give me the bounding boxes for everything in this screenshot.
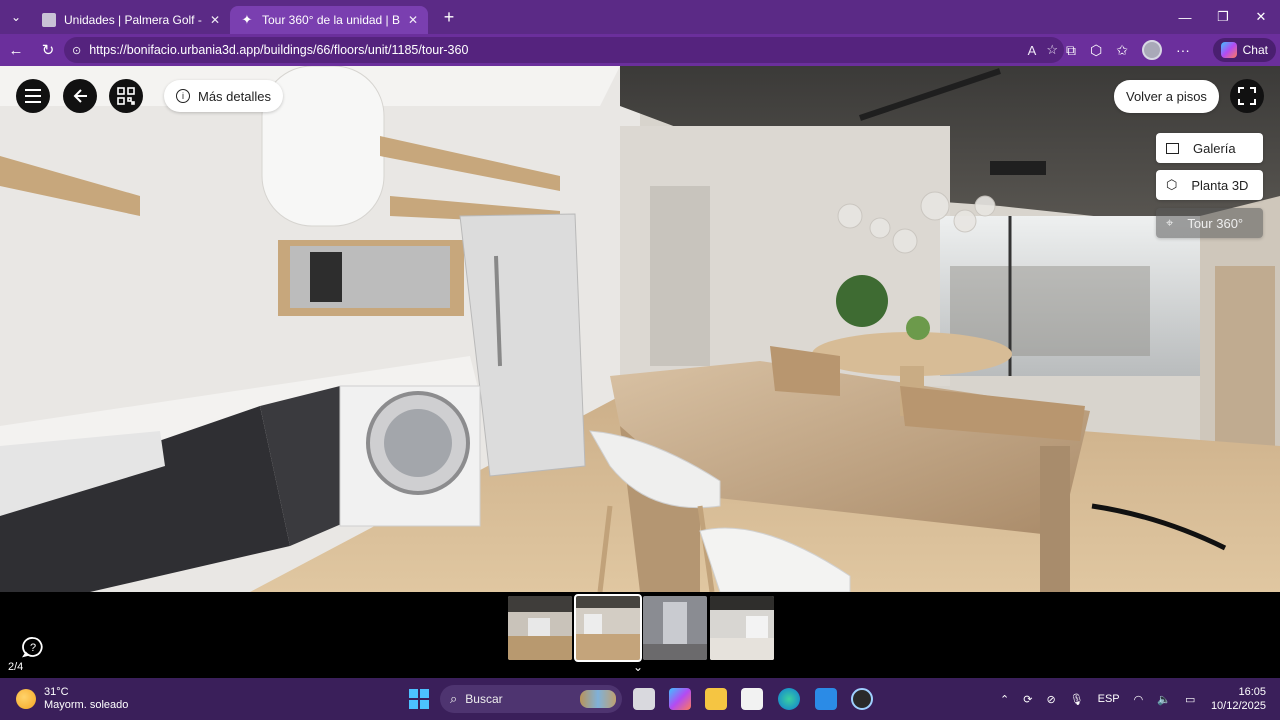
scene-thumbnail[interactable] <box>710 596 774 660</box>
browser-tab-bar: ⌄ Unidades | Palmera Golf - Barrio El ✕ … <box>0 0 1280 34</box>
svg-text:?: ? <box>30 642 36 654</box>
read-aloud-icon[interactable]: A <box>1028 43 1037 58</box>
language-indicator[interactable]: ESP <box>1098 693 1120 705</box>
site-info-icon[interactable]: ⊙ <box>72 44 81 57</box>
weather-widget[interactable]: 31°C Mayorm. soleado <box>16 686 128 712</box>
microsoft-store-icon[interactable] <box>741 688 763 710</box>
edge-browser-icon[interactable] <box>778 688 800 710</box>
copilot-logo-icon <box>1220 42 1237 58</box>
browser-address-bar: ← ↻ ⊙ https://bonifacio.urbania3d.app/bu… <box>0 34 1280 66</box>
notepad-app-icon[interactable] <box>815 688 837 710</box>
qr-code-icon[interactable] <box>109 79 143 113</box>
menu-hamburger-icon[interactable] <box>16 79 50 113</box>
tab-tour-360[interactable]: ✦ Tour 360° de la unidad | Bonifacio ✕ <box>230 6 428 34</box>
more-details-button[interactable]: i Más detalles <box>164 80 283 112</box>
sparkle-favicon-icon: ✦ <box>241 12 253 27</box>
scene-thumbnail-strip: ? 2/4 ⌄ <box>0 592 1280 678</box>
search-label: Buscar <box>465 692 503 706</box>
gallery-button[interactable]: Galería <box>1156 133 1263 163</box>
scene-thumbnail-selected[interactable] <box>574 594 642 662</box>
back-to-floors-button[interactable]: Volver a pisos <box>1114 80 1219 113</box>
extensions-icon[interactable]: ⬡ <box>1090 42 1102 59</box>
more-menu-icon[interactable]: ··· <box>1176 42 1190 58</box>
window-controls: — ❐ ✕ <box>1166 0 1280 34</box>
windows-start-icon[interactable] <box>408 688 430 710</box>
close-window-icon[interactable]: ✕ <box>1242 0 1280 34</box>
taskbar-search-box[interactable]: ⌕ Buscar <box>440 685 622 713</box>
tour-360-viewer[interactable]: i Más detalles Volver a pisos Galería ⬡ … <box>0 66 1280 592</box>
scene-counter: 2/4 <box>8 661 24 673</box>
page-favicon-icon <box>42 13 56 27</box>
copilot-chat-button[interactable]: Chat <box>1212 38 1276 62</box>
weather-description: Mayorm. soleado <box>44 699 129 711</box>
cube-icon: ⬡ <box>1166 177 1178 192</box>
floor-plan-3d-button[interactable]: ⬡ Planta 3D <box>1156 170 1263 200</box>
back-arrow-icon[interactable]: ← <box>0 34 32 66</box>
floor-plan-3d-label: Planta 3D <box>1191 177 1249 193</box>
back-arrow-icon[interactable] <box>63 79 97 113</box>
tab-title: Unidades | Palmera Golf - Barrio El <box>64 13 202 27</box>
scene-thumbnail[interactable] <box>643 596 707 660</box>
gallery-icon <box>1166 142 1179 154</box>
minimize-icon[interactable]: — <box>1166 0 1204 34</box>
info-icon: i <box>176 89 190 103</box>
scene-thumbnail[interactable] <box>508 596 572 660</box>
collapse-chevron-icon[interactable]: ⌄ <box>633 660 643 674</box>
camera-off-icon[interactable]: ⊘ <box>1046 693 1055 706</box>
taskbar-clock[interactable]: 16:05 10/12/2025 <box>1211 685 1266 713</box>
close-tab-icon[interactable]: ✕ <box>210 13 220 27</box>
search-icon: ⌕ <box>450 691 458 706</box>
search-highlight-image <box>580 690 616 708</box>
tab-unidades[interactable]: Unidades | Palmera Golf - Barrio El ✕ <box>32 6 230 34</box>
help-question-icon[interactable]: ? <box>21 636 44 658</box>
favorite-star-icon[interactable]: ☆ <box>1046 42 1058 58</box>
system-tray: ⌃ ⟳ ⊘ 🎙 ESP ◠ 🔈 ▭ <box>1000 678 1195 720</box>
profile-avatar[interactable] <box>1141 40 1162 60</box>
url-field[interactable]: ⊙ https://bonifacio.urbania3d.app/buildi… <box>64 37 1064 63</box>
toolbar-icons: ⧉ ⬡ ✩ ··· <box>1066 34 1190 66</box>
more-details-label: Más detalles <box>198 88 271 104</box>
close-tab-icon[interactable]: ✕ <box>408 13 418 27</box>
file-explorer-icon[interactable] <box>705 688 727 710</box>
show-hidden-icons-chevron-icon[interactable]: ⌃ <box>1000 693 1009 706</box>
refresh-icon[interactable]: ↻ <box>32 34 64 66</box>
tab-actions-chevron-icon[interactable]: ⌄ <box>0 0 32 34</box>
new-tab-plus-icon[interactable]: + <box>434 7 464 28</box>
maximize-icon[interactable]: ❐ <box>1204 0 1242 34</box>
favorites-icon[interactable]: ✩ <box>1116 42 1128 59</box>
weather-temperature: 31°C <box>44 686 69 698</box>
clock-date: 10/12/2025 <box>1210 700 1266 712</box>
tour-360-label: Tour 360° <box>1187 215 1244 231</box>
url-text: https://bonifacio.urbania3d.app/building… <box>89 43 469 57</box>
wifi-icon[interactable]: ◠ <box>1134 693 1144 706</box>
volume-icon[interactable]: 🔈 <box>1157 693 1171 706</box>
copilot-app-icon[interactable] <box>669 688 691 710</box>
tour-360-icon: ⌖ <box>1166 215 1174 230</box>
chat-label: Chat <box>1242 43 1268 57</box>
sunny-weather-icon <box>16 689 36 709</box>
split-screen-icon[interactable]: ⧉ <box>1066 42 1076 59</box>
gallery-label: Galería <box>1193 140 1236 156</box>
url-actions: A ☆ <box>1028 37 1058 63</box>
task-view-icon[interactable] <box>633 688 655 710</box>
microphone-icon[interactable]: 🎙 <box>1070 693 1084 706</box>
tab-title: Tour 360° de la unidad | Bonifacio <box>262 13 400 27</box>
screen: ⌄ Unidades | Palmera Golf - Barrio El ✕ … <box>0 0 1280 720</box>
battery-icon[interactable]: ▭ <box>1185 693 1195 706</box>
windows-taskbar: 31°C Mayorm. soleado ⌕ Buscar ⌃ ⟳ ⊘ 🎙 ES… <box>0 678 1280 720</box>
sync-icon[interactable]: ⟳ <box>1023 693 1032 706</box>
fullscreen-expand-icon[interactable] <box>1230 79 1264 113</box>
back-to-floors-label: Volver a pisos <box>1126 89 1207 104</box>
interior-panorama-image[interactable] <box>0 66 1280 592</box>
tour-360-button[interactable]: ⌖ Tour 360° <box>1156 208 1263 238</box>
chatgpt-app-icon[interactable] <box>851 688 873 710</box>
clock-time: 16:05 <box>1238 686 1266 698</box>
